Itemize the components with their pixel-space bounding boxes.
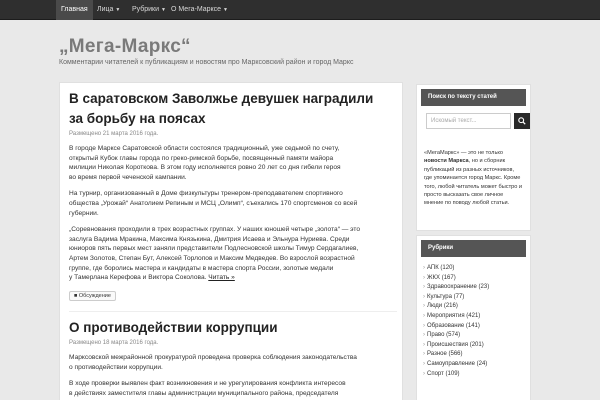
category-label: Спорт (109) <box>427 370 460 377</box>
nav-item-categories[interactable]: Рубрики ▼ <box>127 0 171 20</box>
nav-item-faces[interactable]: Лица ▼ <box>92 0 125 20</box>
post-date: Размещено 21 марта 2016 года. <box>69 131 159 137</box>
post-paragraph: „Соревнования проходили в трех возрастны… <box>69 225 397 283</box>
category-label: АПК (120) <box>427 265 455 271</box>
text-line: Марксовской межрайонной прокуратурой про… <box>69 354 357 361</box>
category-item[interactable]: › Здравоохранение (23) <box>423 283 524 293</box>
post-article: О противодействии коррупции Размещено 18… <box>69 311 397 398</box>
widget-title: Рубрики <box>421 240 526 257</box>
bullet-icon: › <box>423 284 425 291</box>
search-button[interactable] <box>514 113 530 129</box>
category-label: Разное (566) <box>427 351 463 358</box>
post-article: В саратовском Заволжье девушек наградили… <box>69 89 397 301</box>
category-label: Мероприятия (421) <box>427 312 481 319</box>
post-divider <box>69 311 397 312</box>
post-paragraph: В ходе проверки выявлен факт возникновен… <box>69 379 397 398</box>
bullet-icon: › <box>423 303 425 310</box>
main-content: В саратовском Заволжье девушек наградили… <box>59 82 403 400</box>
bullet-icon: › <box>423 341 425 348</box>
bullet-icon: › <box>423 293 425 300</box>
post-body: В городе Марксе Саратовской области сост… <box>69 144 397 283</box>
nav-item-label: Лица <box>97 6 114 13</box>
bullet-icon: › <box>423 265 425 271</box>
search-icon <box>518 117 526 125</box>
text-line: группе, где боролись мастера и кандидаты… <box>69 264 334 272</box>
about-text-start: «МегаМаркс» — это не только <box>424 150 503 156</box>
text-line: В городе Марксе Саратовской области сост… <box>69 145 340 152</box>
chevron-down-icon: ▼ <box>223 7 228 13</box>
category-item[interactable]: › Право (574) <box>423 331 524 341</box>
categories-widget: Рубрики › АПК (120) › ЖКХ (167) › Здравоохр… <box>416 235 531 400</box>
nav-item-label: О Мега-Марксе <box>171 6 222 13</box>
category-item[interactable]: › Разное (566) <box>423 350 524 360</box>
category-label: Образование (141) <box>427 322 480 329</box>
bullet-icon: › <box>423 370 425 377</box>
category-label: Происшествия (201) <box>427 341 484 348</box>
category-label: Культура (77) <box>427 293 465 300</box>
text-line: В ходе проверки выявлен факт возникновен… <box>69 380 346 388</box>
search-widget: Поиск по тексту статей Искомый текст... … <box>416 84 531 231</box>
category-list: › АПК (120) › ЖКХ (167) › Здравоохранение (… <box>417 261 530 385</box>
category-label: ЖКХ (167) <box>427 274 456 281</box>
nav-item-label: Главная <box>61 6 88 13</box>
post-title[interactable]: В саратовском Заволжье девушек наградили… <box>69 89 397 129</box>
category-item[interactable]: › Люди (216) <box>423 302 524 312</box>
bullet-icon: › <box>423 332 425 339</box>
site-description: Комментарии читателей к публикациям и но… <box>59 59 354 66</box>
top-navbar: Главная Лица ▼ Рубрики ▼ О Мега-Марксе ▼ <box>0 0 600 20</box>
post-paragraph: Марксовской межрайонной прокуратурой про… <box>69 353 397 372</box>
bullet-icon: › <box>423 274 425 281</box>
site-title[interactable]: „Мега-Маркс“ <box>59 36 191 58</box>
text-line: общества „Урожай“ Анатолием Репиным и МС… <box>69 199 358 207</box>
search-input[interactable]: Искомый текст... <box>426 113 511 129</box>
category-item[interactable]: › Образование (141) <box>423 322 524 332</box>
about-text-end: , но и сборник публикаций из разных исто… <box>424 158 523 207</box>
category-item[interactable]: › Культура (77) <box>423 293 524 303</box>
read-more-link[interactable]: Читать » <box>208 274 235 281</box>
text-line: милиции Николая Короткова. В этом году и… <box>69 164 341 172</box>
text-line: „Соревнования проходили в трех возрастны… <box>69 226 360 234</box>
category-item[interactable]: › Происшествия (201) <box>423 341 524 351</box>
text-line: в действиях заместителя главы администра… <box>69 389 339 397</box>
post-paragraph: На турнир, организованный в Доме физкуль… <box>69 189 397 218</box>
text-line: открытый Кубок главы города по греко-рим… <box>69 154 334 162</box>
bullet-icon: › <box>423 322 425 329</box>
chevron-down-icon: ▼ <box>115 7 121 13</box>
bullet-icon: › <box>423 351 425 358</box>
category-item[interactable]: › ЖКХ (167) <box>423 274 524 284</box>
text-line: заслуга Вадима Мракина, Максима Князькин… <box>69 235 350 243</box>
discussion-button[interactable]: ■ Обсуждение <box>69 290 116 301</box>
nav-item-about[interactable]: О Мега-Марксе ▼ <box>166 0 233 20</box>
category-item[interactable]: › Мероприятия (421) <box>423 312 524 322</box>
widget-title: Поиск по тексту статей <box>421 89 526 106</box>
text-line: во время первой чеченской кампании. <box>69 173 187 181</box>
post-title-line: за борьбу на поясах <box>69 111 206 126</box>
about-text: «МегаМаркс» — это не только новости Марк… <box>417 143 530 216</box>
post-title-line: В саратовском Заволжье девушек наградили <box>69 91 374 106</box>
category-item[interactable]: › Спорт (109) <box>423 370 524 380</box>
category-item[interactable]: › АПК (120) <box>423 264 524 274</box>
category-label: Право (574) <box>427 332 461 339</box>
discussion-label: Обсуждение <box>78 292 111 299</box>
post-paragraph: В городе Марксе Саратовской области сост… <box>69 144 397 182</box>
post-date: Размещено 18 марта 2016 года. <box>69 340 159 346</box>
nav-item-label: Рубрики <box>132 6 160 13</box>
bullet-icon: › <box>423 360 425 367</box>
category-item[interactable]: › Самоуправление (24) <box>423 360 524 370</box>
nav-item-home[interactable]: Главная <box>56 0 93 20</box>
category-label: Самоуправление (24) <box>427 360 488 367</box>
text-line: Артем Золотов, Степан Бут, Алексей Торло… <box>69 254 355 262</box>
text-line: о противодействии коррупции. <box>69 363 163 371</box>
post-title[interactable]: О противодействии коррупции <box>69 318 397 338</box>
about-text-bold: новости Маркса <box>424 158 469 165</box>
category-label: Здравоохранение (23) <box>427 284 490 291</box>
bullet-icon: › <box>423 312 425 319</box>
text-line: юниоров пять первых мест заняли представ… <box>69 245 359 253</box>
text-line: губернии. <box>69 209 99 217</box>
text-line: у Тамерлана Керефова и Виктора Соколова. <box>69 274 207 282</box>
post-body: Марксовской межрайонной прокуратурой про… <box>69 353 397 398</box>
text-line: На турнир, организованный в Доме физкуль… <box>69 190 343 198</box>
category-label: Люди (216) <box>427 303 458 310</box>
